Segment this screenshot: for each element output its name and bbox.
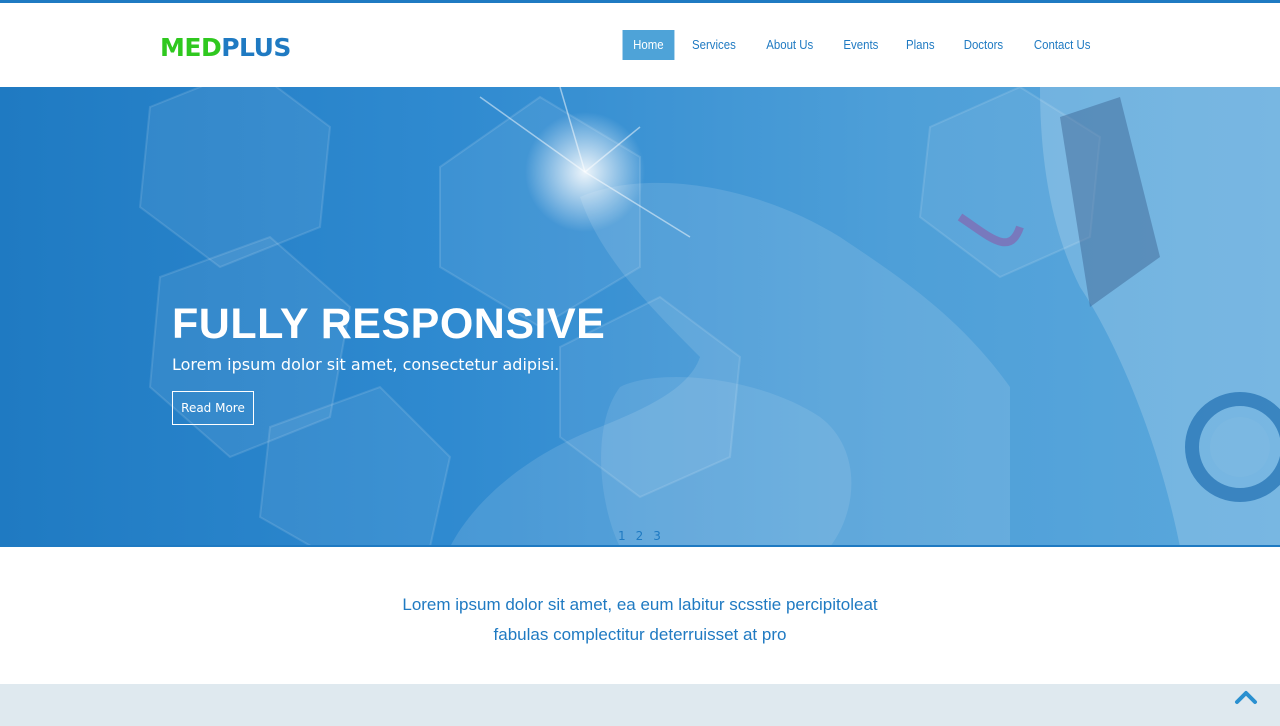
hero-title: FULLY RESPONSIVE bbox=[172, 300, 606, 348]
logo-part-med: MED bbox=[160, 33, 222, 62]
intro-text-line-2: fabulas complectitur deterruisset at pro bbox=[493, 625, 787, 644]
slider-page-2[interactable]: 2 bbox=[636, 529, 644, 543]
slider-page-3[interactable]: 3 bbox=[653, 529, 661, 543]
read-more-button[interactable]: Read More bbox=[172, 391, 254, 425]
nav-item-events[interactable]: Events bbox=[832, 30, 888, 60]
hero-slider: FULLY RESPONSIVE Lorem ipsum dolor sit a… bbox=[0, 87, 1280, 547]
site-logo[interactable]: MEDPLUS bbox=[160, 33, 291, 62]
chevron-up-icon[interactable] bbox=[1234, 688, 1258, 708]
next-section-strip bbox=[0, 684, 1280, 726]
nav-item-services[interactable]: Services bbox=[682, 30, 747, 60]
site-header: MEDPLUS Home Services About Us Events Pl… bbox=[0, 3, 1280, 87]
nav-item-home[interactable]: Home bbox=[622, 30, 674, 60]
nav-item-doctors[interactable]: Doctors bbox=[953, 30, 1014, 60]
nav-item-contact-us[interactable]: Contact Us bbox=[1023, 30, 1101, 60]
main-nav: Home Services About Us Events Plans Doct… bbox=[619, 30, 1106, 60]
slider-pager: 1 2 3 bbox=[618, 529, 661, 543]
intro-section: Lorem ipsum dolor sit amet, ea eum labit… bbox=[0, 547, 1280, 684]
intro-text-line-1: Lorem ipsum dolor sit amet, ea eum labit… bbox=[402, 595, 878, 614]
hero-subtitle: Lorem ipsum dolor sit amet, consectetur … bbox=[172, 355, 560, 374]
logo-part-plus: PLUS bbox=[221, 33, 291, 62]
nav-item-about-us[interactable]: About Us bbox=[756, 30, 824, 60]
slider-page-1[interactable]: 1 bbox=[618, 529, 626, 543]
nav-item-plans[interactable]: Plans bbox=[896, 30, 946, 60]
